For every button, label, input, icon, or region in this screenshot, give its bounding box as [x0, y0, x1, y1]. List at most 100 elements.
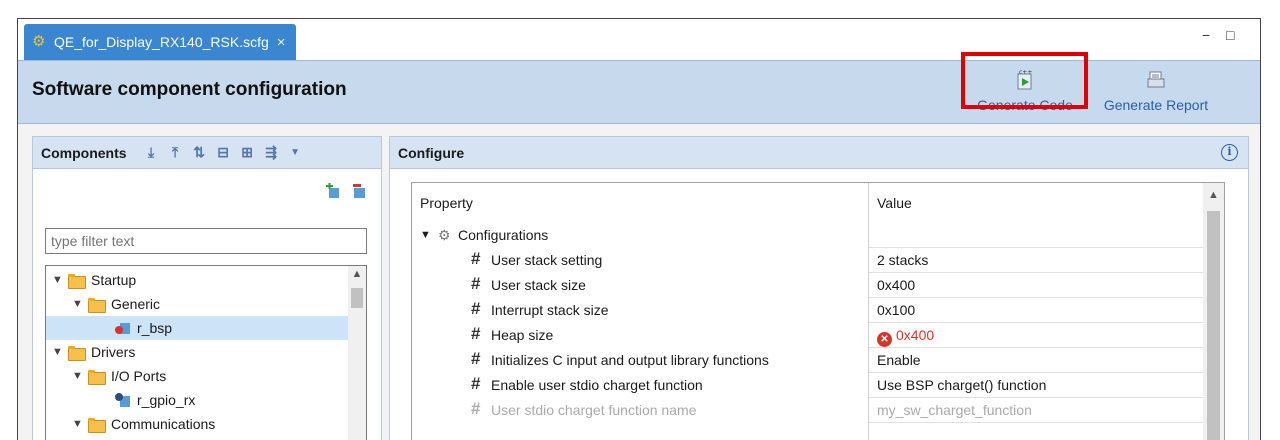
property-value[interactable]: 2 stacks	[877, 252, 928, 268]
property-value[interactable]: 0x400	[877, 277, 915, 293]
tree-item-label: Communications	[111, 416, 216, 432]
tree-item-r-gpio-rx[interactable]: r_gpio_rx	[114, 388, 195, 412]
property-value: my_sw_charget_function	[877, 402, 1032, 418]
tree-item-label: I/O Ports	[111, 368, 167, 384]
value-column-header: Value	[877, 195, 912, 211]
add-component-icon[interactable]	[325, 183, 341, 199]
folder-icon	[88, 369, 106, 385]
configure-title: Configure	[398, 144, 465, 161]
property-value-error[interactable]: ✕ 0x400	[877, 327, 934, 347]
table-row[interactable]: # Interrupt stack size 0x100	[412, 298, 1204, 323]
tree-item-label: Generic	[111, 296, 161, 312]
hash-icon: #	[471, 374, 481, 393]
info-icon[interactable]: i	[1221, 144, 1238, 161]
collapse-all-icon[interactable]: ⊟	[215, 144, 232, 161]
tree-item-communications[interactable]: ▼ Communications	[72, 412, 215, 436]
hash-icon: #	[471, 299, 481, 318]
property-name: Heap size	[491, 327, 554, 343]
table-scrollbar[interactable]: ▲	[1203, 183, 1224, 440]
chevron-down-icon[interactable]: ▼	[420, 229, 431, 241]
chevron-down-icon[interactable]: ▼	[72, 370, 86, 382]
scroll-up-icon[interactable]: ▲	[1203, 189, 1224, 201]
component-tree: ▼ Startup ▼ Generic r_bsp ▼ Drivers ▼ I/…	[45, 265, 367, 440]
chevron-down-icon[interactable]: ▼	[52, 274, 66, 286]
hash-icon: #	[471, 349, 481, 368]
expand-all-icon[interactable]: ⊞	[239, 144, 256, 161]
components-title: Components	[41, 144, 127, 161]
property-table: Property Value ▼ ⚙ Configurations # User…	[411, 182, 1225, 440]
editor-tab-title: QE_for_Display_RX140_RSK.scfg	[54, 34, 269, 50]
dropdown-arrow-icon[interactable]: ▼	[287, 147, 304, 158]
table-row-disabled: # User stdio charget function name my_sw…	[412, 398, 1204, 423]
property-name: Interrupt stack size	[491, 302, 609, 318]
component-icon	[115, 323, 130, 334]
tree-scrollbar[interactable]: ▲	[348, 266, 366, 440]
filter-input[interactable]	[45, 228, 367, 254]
chevron-down-icon[interactable]: ▼	[52, 346, 66, 358]
property-column-header: Property	[420, 195, 473, 211]
scrollbar-thumb[interactable]	[1207, 211, 1220, 440]
components-toolbar: ⤓ ⤒ ⇅ ⊟ ⊞ ⇶ ▼	[143, 144, 304, 161]
filter-menu-icon[interactable]: ⇶	[263, 144, 280, 161]
page-title: Software component configuration	[32, 79, 347, 100]
tree-item-label: Startup	[91, 272, 137, 288]
tree-item-io-ports[interactable]: ▼ I/O Ports	[72, 364, 166, 388]
folder-icon	[68, 345, 86, 361]
folder-icon	[88, 297, 106, 313]
maximize-icon[interactable]: □	[1226, 27, 1234, 43]
table-row[interactable]: # Initializes C input and output library…	[412, 348, 1204, 373]
hash-icon: #	[471, 399, 481, 418]
scrollbar-thumb[interactable]	[351, 288, 363, 308]
folder-icon	[68, 273, 86, 289]
tree-item-label: r_bsp	[137, 320, 173, 336]
close-icon[interactable]: ×	[277, 34, 286, 51]
components-header: Components ⤓ ⤒ ⇅ ⊟ ⊞ ⇶ ▼	[33, 137, 381, 169]
table-row[interactable]: # Heap size ✕ 0x400	[412, 323, 1204, 348]
group-label: Configurations	[458, 227, 549, 243]
editor-tab[interactable]: ⚙ QE_for_Display_RX140_RSK.scfg ×	[24, 24, 296, 60]
error-icon: ✕	[877, 332, 892, 347]
generate-code-highlight	[961, 52, 1088, 109]
expand-from-folder-icon[interactable]: ⤒	[167, 144, 184, 161]
property-name: Initializes C input and output library f…	[491, 352, 769, 368]
hash-icon: #	[471, 324, 481, 343]
property-value[interactable]: Enable	[877, 352, 921, 368]
components-panel: Components ⤓ ⤒ ⇅ ⊟ ⊞ ⇶ ▼ type filter tex…	[32, 136, 382, 440]
folder-icon	[88, 417, 106, 433]
property-value[interactable]: 0x100	[877, 302, 915, 318]
hash-icon: #	[471, 249, 481, 268]
table-row[interactable]: # User stack size 0x400	[412, 273, 1204, 298]
tree-item-label: r_gpio_rx	[137, 392, 196, 408]
table-row[interactable]: # Enable user stdio charget function Use…	[412, 373, 1204, 398]
property-name: User stack setting	[491, 252, 603, 268]
gear-icon: ⚙	[32, 33, 46, 50]
configurations-group-row[interactable]: ▼ ⚙ Configurations	[412, 223, 1204, 248]
chevron-down-icon[interactable]: ▼	[72, 418, 86, 430]
tree-item-generic[interactable]: ▼ Generic	[72, 292, 160, 316]
row-divider	[869, 422, 1204, 423]
hash-icon: #	[471, 274, 481, 293]
property-name: User stack size	[491, 277, 586, 293]
scroll-up-icon[interactable]: ▲	[348, 268, 366, 280]
tree-item-startup[interactable]: ▼ Startup	[52, 268, 136, 292]
collapse-to-folder-icon[interactable]: ⤓	[143, 144, 160, 161]
property-name: Enable user stdio charget function	[491, 377, 703, 393]
tree-item-r-bsp[interactable]: r_bsp	[46, 316, 350, 340]
sort-icon[interactable]: ⇅	[191, 144, 208, 161]
property-value: 0x400	[896, 327, 935, 343]
tree-item-label: Drivers	[91, 344, 136, 360]
chevron-down-icon[interactable]: ▼	[72, 298, 86, 310]
settings-icon: ⚙	[438, 227, 451, 243]
configure-header: Configure	[390, 137, 1248, 169]
generate-report-button[interactable]: Generate Report	[1092, 65, 1220, 119]
property-name: User stdio charget function name	[491, 402, 697, 418]
remove-component-icon[interactable]	[351, 183, 367, 199]
property-value[interactable]: Use BSP charget() function	[877, 377, 1046, 393]
editor-frame: ⚙ QE_for_Display_RX140_RSK.scfg × − □ So…	[17, 18, 1261, 440]
table-row[interactable]: # User stack setting 2 stacks	[412, 248, 1204, 273]
generate-report-label: Generate Report	[1103, 97, 1209, 113]
tree-item-drivers[interactable]: ▼ Drivers	[52, 340, 135, 364]
report-icon	[1146, 69, 1166, 91]
component-actions	[325, 183, 367, 199]
minimize-icon[interactable]: −	[1202, 27, 1210, 43]
